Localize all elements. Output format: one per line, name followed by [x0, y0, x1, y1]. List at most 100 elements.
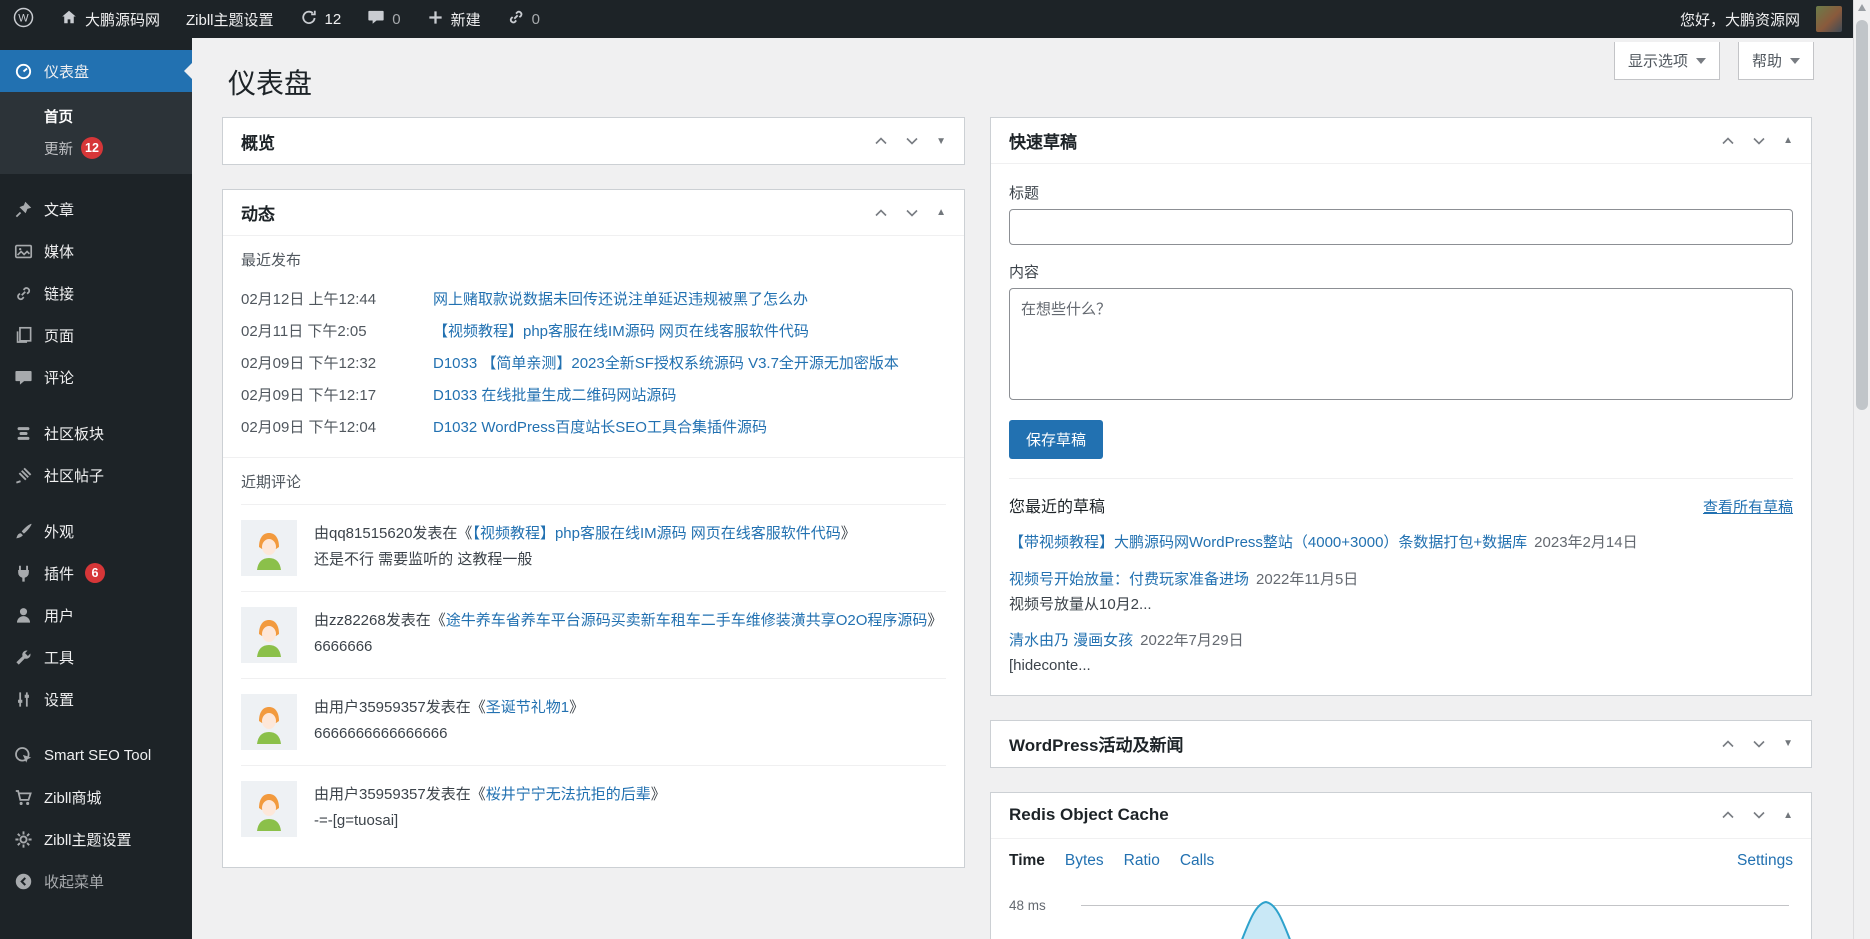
collapse-toggle-icon[interactable]: ▼: [936, 136, 946, 147]
wp-logo-menu[interactable]: W: [0, 0, 47, 38]
move-down-icon[interactable]: [1752, 136, 1766, 146]
move-up-icon[interactable]: [1721, 810, 1735, 820]
submenu-item-updates[interactable]: 更新 12: [0, 132, 192, 164]
sidebar-item-zibll-shop[interactable]: Zibll商城: [0, 776, 192, 818]
redis-object-cache-panel: Redis Object Cache ▲ Time Bytes Ratio Ca…: [990, 792, 1812, 939]
sidebar-item-posts[interactable]: 文章: [0, 188, 192, 230]
sidebar-item-plugins[interactable]: 插件 6: [0, 552, 192, 594]
move-up-icon[interactable]: [1721, 136, 1735, 146]
draft-link[interactable]: 视频号开始放量：付费玩家准备进场: [1009, 571, 1249, 588]
overview-panel-header[interactable]: 概览 ▼: [223, 118, 964, 164]
move-up-icon[interactable]: [874, 208, 888, 218]
zibll-theme-label: Zibll主题设置: [186, 9, 274, 30]
sidebar-item-settings[interactable]: 设置: [0, 678, 192, 720]
draft-link[interactable]: 清水由乃 漫画女孩: [1009, 632, 1133, 649]
draft-item: 清水由乃 漫画女孩2022年7月29日 [hideconte...: [1009, 630, 1793, 677]
updates-badge: 12: [81, 137, 103, 159]
tab-time[interactable]: Time: [1009, 852, 1045, 870]
move-down-icon[interactable]: [1752, 739, 1766, 749]
sidebar-item-comments[interactable]: 评论: [0, 356, 192, 398]
post-link[interactable]: D1033 【简单亲测】2023全新SF授权系统源码 V3.7全开源无加密版本: [433, 352, 946, 373]
dashboard-column-right: 快速草稿 ▲ 标题 内容 保存草稿 您最近的草稿 查看所有草稿: [990, 117, 1812, 939]
comment-post-link[interactable]: 圣诞节礼物1: [486, 699, 569, 716]
recent-drafts-section: 您最近的草稿 查看所有草稿 【带视频教程】大鹏源码网WordPress整站（40…: [1009, 478, 1793, 677]
draft-title-input[interactable]: [1009, 209, 1793, 245]
sidebar-item-tools[interactable]: 工具: [0, 636, 192, 678]
collapse-toggle-icon[interactable]: ▲: [936, 207, 946, 218]
new-content-menu[interactable]: 新建: [414, 0, 494, 38]
sidebar-item-pages[interactable]: 页面: [0, 314, 192, 356]
sliders-icon: [14, 690, 33, 709]
vertical-scrollbar[interactable]: [1853, 0, 1870, 939]
tab-bytes[interactable]: Bytes: [1065, 852, 1104, 870]
move-down-icon[interactable]: [905, 136, 919, 146]
recent-post-row: 02月09日 下午12:32 D1033 【简单亲测】2023全新SF授权系统源…: [241, 346, 946, 378]
site-name-menu[interactable]: 大鹏源码网: [47, 0, 173, 38]
account-menu[interactable]: 您好，大鹏资源网: [1680, 0, 1842, 38]
news-panel-header[interactable]: WordPress活动及新闻 ▼: [991, 721, 1811, 767]
comment-post-link[interactable]: 【视频教程】php客服在线IM源码 网页在线客服软件代码: [472, 525, 840, 542]
post-link[interactable]: D1032 WordPress百度站长SEO工具合集插件源码: [433, 416, 946, 437]
move-up-icon[interactable]: [1721, 739, 1735, 749]
move-up-icon[interactable]: [874, 136, 888, 146]
sidebar-item-smart-seo-tool[interactable]: Smart SEO Tool: [0, 734, 192, 776]
post-link[interactable]: 网上赌取款说数据未回传还说注单延迟违规被黑了怎么办: [433, 288, 946, 309]
activity-panel-header[interactable]: 动态 ▲: [223, 190, 964, 236]
sidebar-item-links[interactable]: 链接: [0, 272, 192, 314]
sidebar-item-media[interactable]: 媒体: [0, 230, 192, 272]
sidebar-item-community-posts[interactable]: 社区帖子: [0, 454, 192, 496]
screen-meta: 显示选项 帮助: [1614, 42, 1814, 80]
redis-panel-header[interactable]: Redis Object Cache ▲: [991, 793, 1811, 839]
collapse-toggle-icon[interactable]: ▼: [1783, 738, 1793, 749]
updates-menu[interactable]: 12: [287, 0, 355, 38]
quick-draft-panel-header[interactable]: 快速草稿 ▲: [991, 118, 1811, 164]
comments-menu[interactable]: 0: [354, 0, 413, 38]
quick-draft-body: 标题 内容 保存草稿 您最近的草稿 查看所有草稿 【带视频教程】大鹏源码网Wor…: [991, 164, 1811, 695]
sidebar-item-collapse-menu[interactable]: 收起菜单: [0, 860, 192, 902]
comment-row: 由qq81515620发表在《【视频教程】php客服在线IM源码 网页在线客服软…: [241, 504, 946, 591]
brush-icon: [14, 522, 33, 541]
draft-date: 2022年11月5日: [1256, 571, 1358, 588]
avatar: [241, 694, 297, 750]
view-all-drafts-link[interactable]: 查看所有草稿: [1703, 496, 1793, 517]
scroll-up-icon[interactable]: [1858, 4, 1866, 11]
sidebar-item-dashboard[interactable]: 仪表盘: [0, 50, 192, 92]
post-link[interactable]: 【视频教程】php客服在线IM源码 网页在线客服软件代码: [433, 320, 946, 341]
links-menu[interactable]: 0: [494, 0, 553, 38]
submenu-item-home[interactable]: 首页: [0, 100, 192, 132]
zibll-theme-menu[interactable]: Zibll主题设置: [173, 0, 287, 38]
quick-draft-panel: 快速草稿 ▲ 标题 内容 保存草稿 您最近的草稿 查看所有草稿: [990, 117, 1812, 696]
sidebar-item-community-blocks[interactable]: 社区板块: [0, 412, 192, 454]
user-avatar: [1816, 6, 1842, 32]
panel-title: 动态: [241, 200, 275, 225]
move-down-icon[interactable]: [1752, 810, 1766, 820]
news-panel: WordPress活动及新闻 ▼: [990, 720, 1812, 768]
sidebar-item-zibll-theme-settings[interactable]: Zibll主题设置: [0, 818, 192, 860]
screen-options-button[interactable]: 显示选项: [1614, 42, 1720, 80]
tab-ratio[interactable]: Ratio: [1124, 852, 1160, 870]
seo-target-icon: [14, 746, 33, 765]
tab-calls[interactable]: Calls: [1180, 852, 1214, 870]
post-link[interactable]: D1033 在线批量生成二维码网站源码: [433, 384, 946, 405]
admin-bar-right: 您好，大鹏资源网: [1680, 0, 1870, 38]
recent-posts-heading: 最近发布: [241, 249, 946, 270]
sidebar-item-users[interactable]: 用户: [0, 594, 192, 636]
comment-post-link[interactable]: 途牛养车省养车平台源码买卖新车租车二手车维修装潢共享O2O程序源码: [446, 612, 928, 629]
help-button[interactable]: 帮助: [1738, 42, 1814, 80]
redis-chart: 48 ms: [1009, 892, 1793, 939]
redis-settings-link[interactable]: Settings: [1737, 852, 1793, 870]
collapse-toggle-icon[interactable]: ▲: [1783, 135, 1793, 146]
chart-y-label: 48 ms: [1009, 898, 1046, 913]
draft-content-textarea[interactable]: [1009, 288, 1793, 400]
sidebar-item-appearance[interactable]: 外观: [0, 510, 192, 552]
sidebar-item-label: 仪表盘: [44, 61, 89, 82]
comment-post-link[interactable]: 桜井宁宁无法抗拒的后辈: [486, 786, 651, 803]
save-draft-button[interactable]: 保存草稿: [1009, 420, 1103, 459]
collapse-toggle-icon[interactable]: ▲: [1783, 810, 1793, 821]
plug-icon: [14, 564, 33, 583]
move-down-icon[interactable]: [905, 208, 919, 218]
user-icon: [14, 606, 33, 625]
draft-link[interactable]: 【带视频教程】大鹏源码网WordPress整站（4000+3000）条数据打包+…: [1009, 534, 1527, 551]
plugins-badge: 6: [85, 563, 105, 583]
scrollbar-thumb[interactable]: [1856, 20, 1868, 410]
